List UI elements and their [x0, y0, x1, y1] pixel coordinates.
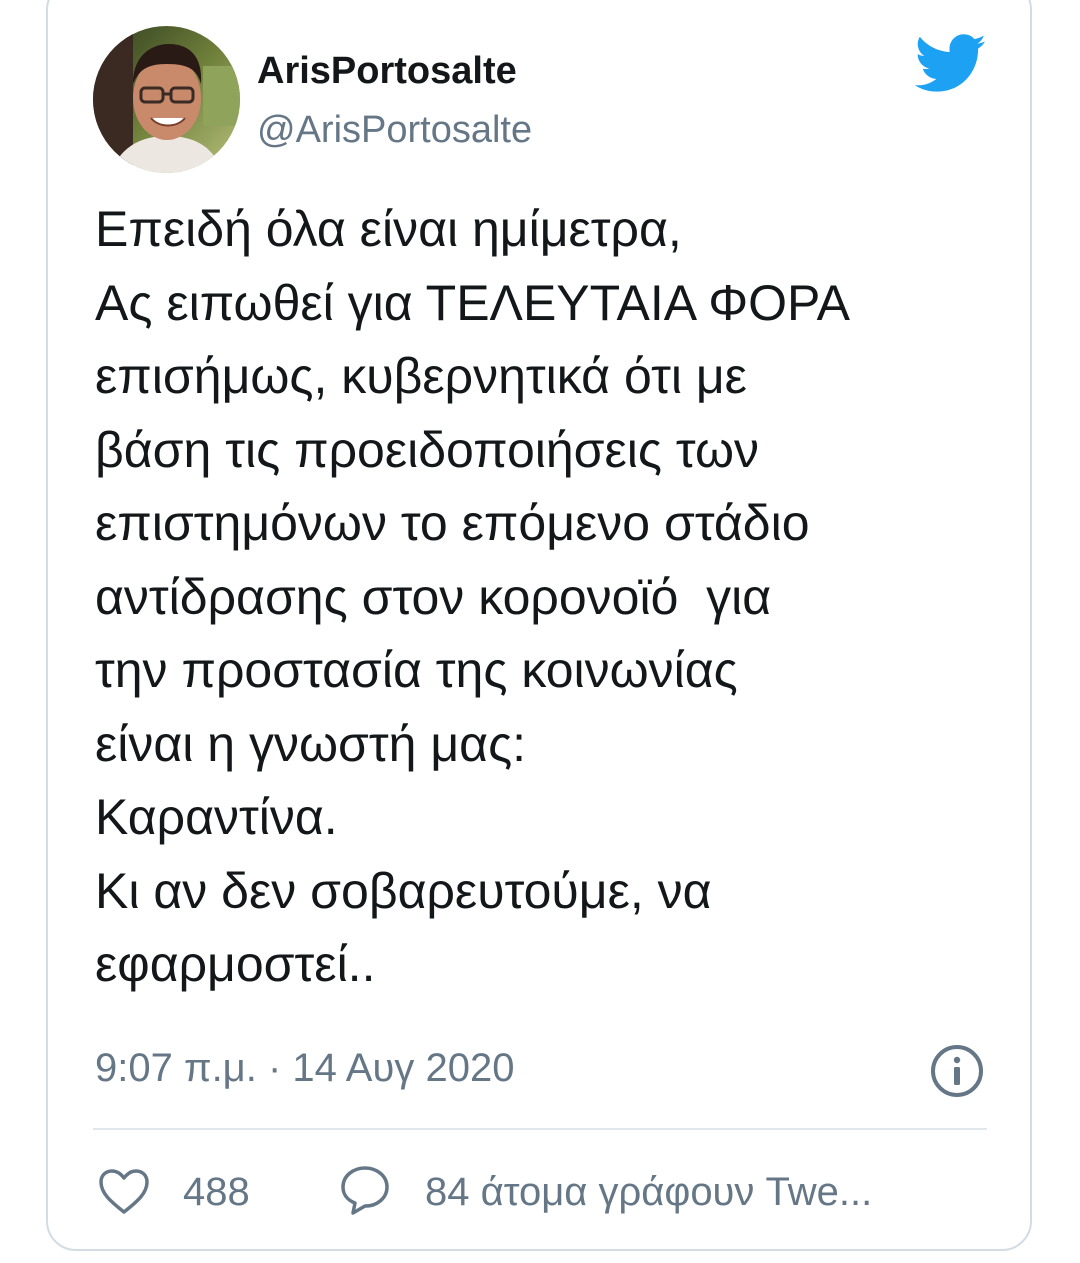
tweet-line: την προστασία της κοινωνίας: [95, 642, 738, 698]
tweet-line: βάση τις προειδοποιήσεις των: [95, 421, 759, 478]
display-name[interactable]: ArisPortosalte: [257, 48, 517, 94]
tweet-timestamp[interactable]: 9:07 π.μ. · 14 Αυγ 2020: [95, 1042, 514, 1094]
tweet-line: Κι αν δεν σοβαρευτούμε, να: [95, 862, 712, 919]
tweet-text: Επειδή όλα είναι ημίμετρα, Ας ειπωθεί γι…: [95, 193, 995, 1002]
twitter-bird-icon[interactable]: [914, 34, 987, 94]
tweet-line: επιστημόνων το επόμενο στάδιο: [95, 495, 810, 551]
info-icon[interactable]: [929, 1043, 985, 1099]
tweet-line: αντίδρασης στον κορονοϊό για: [95, 568, 772, 625]
like-count[interactable]: 488: [183, 1166, 250, 1218]
reply-count-text[interactable]: 84 άτομα γράφουν Twe...: [425, 1166, 872, 1218]
tweet-line: Επειδή όλα είναι ημίμετρα,: [95, 201, 682, 257]
avatar[interactable]: [93, 26, 240, 173]
tweet-line: Ας ειπωθεί για ΤΕΛΕΥΤΑΙΑ ΦΟΡΑ: [95, 274, 850, 331]
divider: [93, 1128, 987, 1130]
tweet-line: είναι η γνωστή μας:: [95, 715, 527, 772]
heart-icon[interactable]: [98, 1168, 150, 1216]
speech-bubble-icon[interactable]: [339, 1164, 391, 1216]
tweet-line: εφαρμοστεί..: [95, 936, 376, 992]
user-handle[interactable]: @ArisPortosalte: [257, 107, 532, 153]
tweet-line: επισήμως, κυβερνητικά ότι με: [95, 348, 747, 404]
tweet-line: Καραντίνα.: [95, 789, 338, 845]
